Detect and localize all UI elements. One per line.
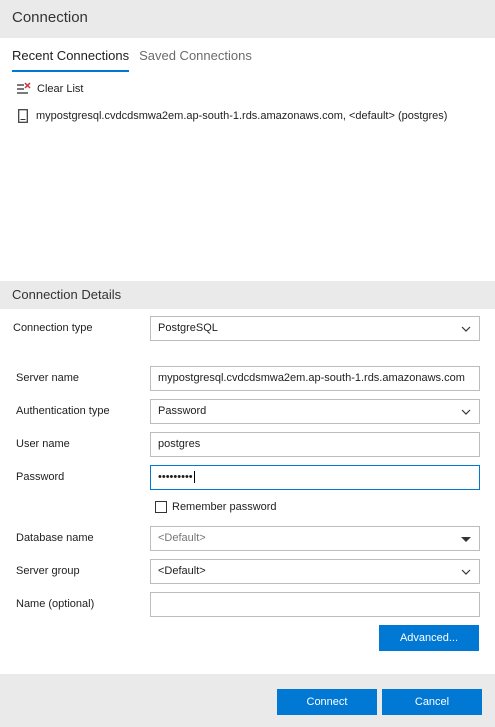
connection-name-label: Name (optional) [16, 598, 95, 610]
advanced-button[interactable]: Advanced... [379, 625, 479, 651]
server-group-label: Server group [16, 565, 80, 577]
database-name-label: Database name [16, 532, 94, 544]
password-input[interactable]: ••••••••• [150, 465, 480, 490]
dropdown-arrow-icon[interactable] [461, 537, 471, 542]
password-label: Password [16, 471, 65, 483]
cancel-button[interactable]: Cancel [382, 689, 482, 715]
server-name-value: mypostgresql.cvdcdsmwa2em.ap-south-1.rds… [158, 372, 465, 384]
database-name-placeholder: <Default> [158, 532, 206, 544]
user-name-value: postgres [158, 438, 201, 450]
chevron-down-icon [461, 324, 471, 332]
connection-type-label: Connection type [13, 322, 93, 334]
clear-list-icon [16, 82, 31, 96]
auth-type-label: Authentication type [16, 405, 110, 417]
chevron-down-icon [461, 407, 471, 415]
auth-type-value: Password [158, 405, 207, 417]
chevron-down-icon [461, 567, 471, 575]
connection-tabs: Recent Connections Saved Connections [12, 48, 252, 72]
user-name-label: User name [16, 438, 70, 450]
recent-connection-item[interactable]: mypostgresql.cvdcdsmwa2em.ap-south-1.rds… [18, 109, 447, 123]
clear-list-label: Clear List [37, 83, 84, 95]
database-name-combobox[interactable]: <Default> [150, 526, 480, 551]
password-value: ••••••••• [158, 471, 193, 483]
user-name-input[interactable]: postgres [150, 432, 480, 457]
auth-type-select[interactable]: Password [150, 399, 480, 424]
recent-connection-label: mypostgresql.cvdcdsmwa2em.ap-south-1.rds… [36, 110, 448, 122]
dialog-title: Connection [12, 9, 88, 26]
connection-type-select[interactable]: PostgreSQL [150, 316, 480, 341]
text-cursor [193, 471, 195, 484]
tab-saved-connections[interactable]: Saved Connections [139, 48, 252, 72]
dialog-title-bar: Connection [0, 0, 495, 38]
server-group-select[interactable]: <Default> [150, 559, 480, 584]
clear-list-button[interactable]: Clear List [16, 82, 83, 96]
server-group-value: <Default> [158, 565, 206, 577]
remember-password-checkbox[interactable]: Remember password [155, 501, 277, 513]
server-icon [18, 109, 28, 123]
remember-password-label: Remember password [172, 501, 277, 513]
connect-button[interactable]: Connect [277, 689, 377, 715]
tab-recent-connections[interactable]: Recent Connections [12, 48, 130, 72]
connection-type-value: PostgreSQL [158, 322, 218, 334]
server-name-input[interactable]: mypostgresql.cvdcdsmwa2em.ap-south-1.rds… [150, 366, 480, 391]
connection-details-title: Connection Details [12, 287, 122, 302]
checkbox-icon [155, 501, 167, 513]
connection-name-input[interactable] [150, 592, 480, 617]
connection-details-header: Connection Details [0, 281, 495, 309]
server-name-label: Server name [16, 372, 79, 384]
